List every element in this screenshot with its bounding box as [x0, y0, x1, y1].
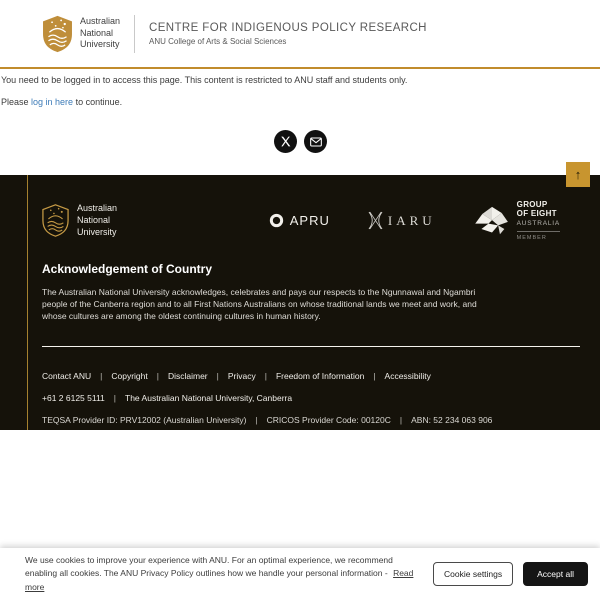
logo-line: Australian	[80, 16, 120, 28]
email-icon	[310, 137, 322, 147]
login-prompt-suffix: to continue.	[73, 97, 122, 107]
cookie-buttons: Cookie settings Accept all	[433, 562, 588, 586]
teqsa-provider-id: TEQSA Provider ID: PRV12002 (Australian …	[42, 415, 267, 425]
iaru-logo[interactable]: IARU	[368, 211, 436, 230]
acknowledgement-title: Acknowledgement of Country	[42, 262, 540, 276]
footer-gold-line	[27, 175, 28, 430]
anu-home-logo[interactable]: Australian National University	[42, 15, 120, 53]
share-email-button[interactable]	[304, 130, 327, 153]
anu-logo-wordmark: Australian National University	[80, 16, 120, 51]
go8-line2: OF EIGHT	[517, 210, 560, 219]
social-share-row	[1, 130, 600, 153]
footer-link-accessibility[interactable]: Accessibility	[385, 371, 431, 381]
iaru-mark-icon	[368, 211, 383, 230]
footer-legal-row: TEQSA Provider ID: PRV12002 (Australian …	[0, 415, 600, 425]
footer-anu-logo[interactable]: Australian National University	[42, 203, 117, 238]
footer-link-contact-anu[interactable]: Contact ANU	[42, 371, 111, 381]
log-in-here-link[interactable]: log in here	[31, 97, 73, 107]
logo-line: National	[77, 215, 117, 227]
cookie-message-text: We use cookies to improve your experienc…	[25, 555, 393, 578]
cookie-message: We use cookies to improve your experienc…	[25, 554, 427, 594]
main-content: You need to be logged in to access this …	[0, 69, 600, 153]
apru-label: APRU	[290, 213, 330, 228]
anu-crest-outline-icon	[42, 204, 69, 237]
login-prompt: Please log in here to continue.	[1, 97, 600, 107]
footer-contact-row: +61 2 6125 5111 The Australian National …	[0, 393, 600, 403]
footer-link-privacy[interactable]: Privacy	[228, 371, 276, 381]
header-divider	[134, 15, 135, 53]
footer-links: Contact ANU Copyright Disclaimer Privacy…	[0, 371, 600, 381]
cookie-consent-banner: We use cookies to improve your experienc…	[0, 548, 600, 600]
cricos-provider-code: CRICOS Provider Code: 00120C	[267, 415, 411, 425]
partner-logos: APRU IARU	[269, 201, 560, 241]
logo-line: National	[80, 28, 120, 40]
go8-map-icon	[474, 206, 510, 236]
restricted-access-message: You need to be logged in to access this …	[1, 75, 600, 85]
footer-logos-row: Australian National University APRU IAR	[0, 175, 600, 241]
footer-link-disclaimer[interactable]: Disclaimer	[168, 371, 228, 381]
site-header: Australian National University CENTRE FO…	[0, 0, 600, 69]
logo-line: University	[80, 39, 120, 51]
apru-ring-icon	[269, 213, 284, 228]
footer-link-freedom-of-information[interactable]: Freedom of Information	[276, 371, 385, 381]
page-title[interactable]: CENTRE FOR INDIGENOUS POLICY RESEARCH	[149, 22, 427, 34]
go8-member: MEMBER	[517, 231, 560, 241]
cookie-settings-button[interactable]: Cookie settings	[433, 562, 513, 586]
back-to-top-button[interactable]: ↑	[566, 162, 590, 187]
go8-country: AUSTRALIA	[517, 220, 560, 227]
site-footer: Australian National University APRU IAR	[0, 175, 600, 430]
logo-line: Australian	[77, 203, 117, 215]
accept-all-button[interactable]: Accept all	[523, 562, 588, 586]
footer-phone: +61 2 6125 5111	[42, 393, 125, 403]
login-prompt-prefix: Please	[1, 97, 31, 107]
group-of-eight-logo[interactable]: GROUP OF EIGHT AUSTRALIA MEMBER	[474, 201, 560, 241]
acknowledgement-body: The Australian National University ackno…	[42, 286, 494, 323]
acknowledgement-section: Acknowledgement of Country The Australia…	[0, 262, 600, 323]
go8-text: GROUP OF EIGHT AUSTRALIA MEMBER	[517, 201, 560, 241]
anu-crest-icon	[42, 15, 73, 53]
footer-anu-wordmark: Australian National University	[77, 203, 117, 238]
footer-link-copyright[interactable]: Copyright	[111, 371, 168, 381]
share-x-twitter-button[interactable]	[274, 130, 297, 153]
page: Australian National University CENTRE FO…	[0, 0, 600, 600]
apru-logo[interactable]: APRU	[269, 213, 330, 228]
abn-number: ABN: 52 234 063 906	[411, 415, 492, 425]
x-twitter-icon	[280, 136, 291, 147]
page-subtitle: ANU College of Arts & Social Sciences	[149, 37, 427, 46]
footer-address: The Australian National University, Canb…	[125, 393, 292, 403]
iaru-label: IARU	[388, 213, 436, 229]
site-title-block: CENTRE FOR INDIGENOUS POLICY RESEARCH AN…	[149, 22, 427, 46]
footer-divider	[42, 346, 580, 347]
logo-line: University	[77, 227, 117, 239]
